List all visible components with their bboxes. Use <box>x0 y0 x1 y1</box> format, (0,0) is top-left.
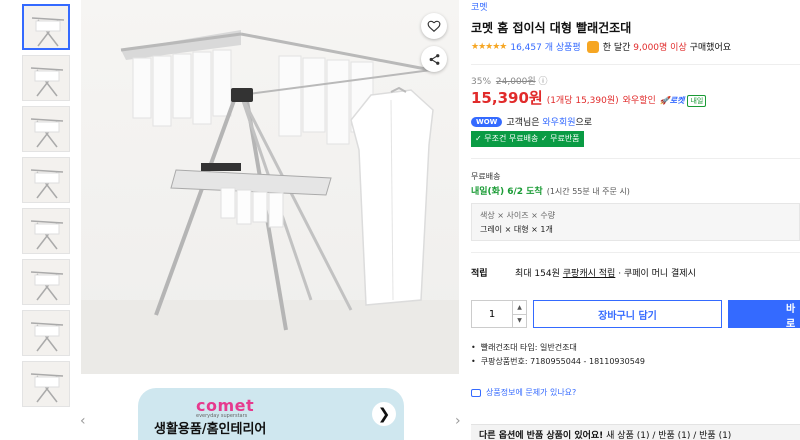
rocket-delivery-badge: 🚀로켓 <box>659 96 685 105</box>
wow-badge: WOW <box>471 116 503 127</box>
free-shipping-return-badge: ✓ 무조건 무료배송 ✓ 무료반품 <box>471 131 584 147</box>
review-count-link[interactable]: 16,457 개 상품평 <box>510 40 580 53</box>
option-selector[interactable]: 색상 × 사이즈 × 수량 그레이 × 대형 × 1개 <box>471 203 800 241</box>
product-info-panel: 코멧 코멧 홈 접이식 대형 빨래건조대 ★★★★★ 16,457 개 상품평 … <box>471 0 800 440</box>
product-main-image[interactable] <box>81 0 459 374</box>
points-amount: 최대 154원 <box>515 269 560 279</box>
share-icon <box>429 53 439 65</box>
product-title: 코멧 홈 접이식 대형 빨래건조대 <box>471 21 632 35</box>
quantity-up-icon[interactable]: ▲ <box>513 301 526 314</box>
chat-icon <box>471 388 481 397</box>
return-bar-detail: 새 상품 (1) / 반품 (1) / 반품 (1) <box>606 431 732 440</box>
return-items-bar[interactable]: 다른 옵션에 반품 상품이 있어요! 새 상품 (1) / 반품 (1) / 반… <box>471 424 800 440</box>
star-rating-icon: ★★★★★ <box>471 41 507 52</box>
wow-discount-label: 와우할인 <box>622 96 656 106</box>
heart-icon <box>427 20 441 33</box>
spec-item: 빨래건조대 타입: 일반건조대 <box>471 342 645 353</box>
price-info-icon[interactable]: ⓘ <box>539 77 548 87</box>
purchase-count: 9,000명 이상 <box>633 43 687 53</box>
brand-banner[interactable]: comet everyday superstars 생활용품/홈인테리어 ❯ <box>138 388 404 440</box>
thumbnail[interactable] <box>22 310 70 356</box>
quantity-input[interactable] <box>472 301 512 327</box>
thumbnail[interactable] <box>22 55 70 101</box>
coupang-cash-link[interactable]: 쿠팡캐시 적립 <box>563 266 616 279</box>
thumbnail[interactable] <box>22 4 70 50</box>
points-label: 적립 <box>471 269 488 279</box>
option-values: 그레이 × 대형 × 1개 <box>480 225 553 234</box>
points-suffix: · 쿠페이 머니 결제시 <box>618 269 696 279</box>
favorite-button[interactable] <box>421 13 447 39</box>
thumbnail[interactable] <box>22 208 70 254</box>
drying-rack-illustration <box>81 30 459 374</box>
brand-link[interactable]: 코멧 <box>471 0 488 13</box>
quantity-stepper[interactable]: ▲ ▼ <box>471 300 527 328</box>
banner-next-arrow[interactable]: › <box>455 413 461 429</box>
report-text: 상품정보에 문제가 있나요? <box>486 388 577 397</box>
thumbnail-list <box>22 4 70 412</box>
option-keys: 색상 × 사이즈 × 수량 <box>480 211 556 220</box>
wow-text-prefix: 고객님은 <box>506 118 540 128</box>
purchase-badge-icon <box>586 40 599 53</box>
banner-prev-arrow[interactable]: ‹ <box>80 413 86 429</box>
rating-row: ★★★★★ 16,457 개 상품평 한 달간 9,000명 이상 구매했어요 <box>471 40 731 53</box>
thumbnail[interactable] <box>22 157 70 203</box>
arrival-date: 내일(화) 6/2 도착 (1시간 55분 내 주문 시) <box>471 187 630 197</box>
share-button[interactable] <box>421 46 447 72</box>
discount-row: 35% 24,000원 ⓘ <box>471 74 548 87</box>
report-problem-link[interactable]: 상품정보에 문제가 있나요? <box>471 387 576 398</box>
quantity-down-icon[interactable]: ▼ <box>513 313 526 328</box>
wow-text-suffix: 으로 <box>575 118 593 128</box>
divider <box>471 158 800 159</box>
unit-price: (1개당 15,390원) <box>546 96 619 106</box>
spec-item: 쿠팡상품번호: 7180955044 - 18110930549 <box>471 356 645 367</box>
wow-member-row: WOW 고객님은 와우회원 으로 <box>471 115 592 128</box>
price-row: 15,390원 (1개당 15,390원) 와우할인 🚀로켓 내일 <box>471 87 707 108</box>
purchase-count-text: 한 달간 9,000명 이상 구매했어요 <box>602 43 732 53</box>
shipping-label: 무료배송 <box>471 172 501 181</box>
banner-next-button[interactable]: ❯ <box>372 402 396 426</box>
divider <box>471 64 800 65</box>
return-bar-title: 다른 옵션에 반품 상품이 있어요! <box>479 431 604 440</box>
original-price: 24,000원 <box>495 77 536 87</box>
banner-title: 생활용품/홈인테리어 <box>154 422 267 437</box>
add-to-cart-button[interactable]: 장바구니 담기 <box>533 300 722 328</box>
thumbnail[interactable] <box>22 106 70 152</box>
spec-list: 빨래건조대 타입: 일반건조대 쿠팡상품번호: 7180955044 - 181… <box>471 342 645 370</box>
divider <box>471 252 800 253</box>
thumbnail[interactable] <box>22 361 70 407</box>
points-row: 적립 최대 154원 쿠팡캐시 적립 · 쿠페이 머니 결제시 <box>471 266 696 279</box>
sale-price: 15,390원 <box>471 89 543 107</box>
wow-member-link[interactable]: 와우회원 <box>542 115 575 128</box>
thumbnail[interactable] <box>22 259 70 305</box>
buy-now-button[interactable]: 바로구매 <box>728 300 800 328</box>
tomorrow-badge: 내일 <box>687 95 707 107</box>
discount-rate: 35% <box>471 77 492 87</box>
